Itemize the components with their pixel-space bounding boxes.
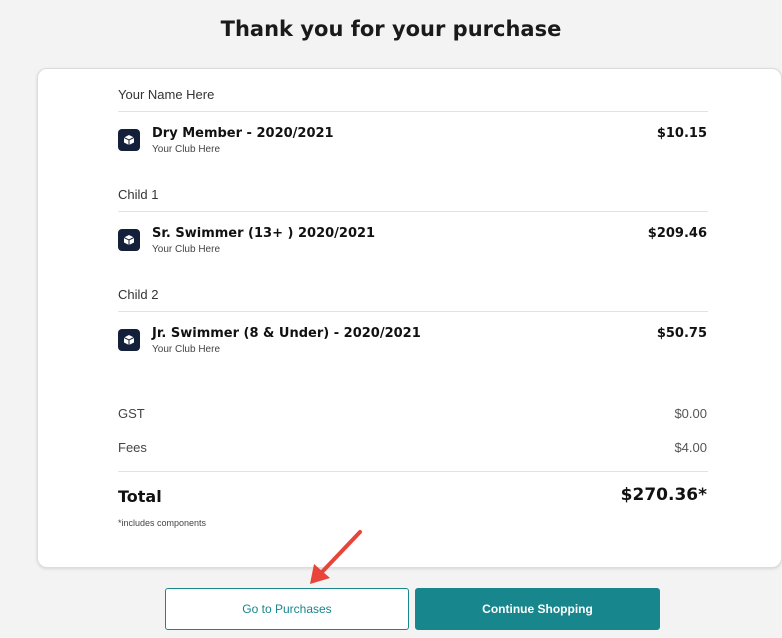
member-name: Child 2 bbox=[118, 287, 159, 302]
gst-value: $0.00 bbox=[674, 406, 707, 421]
item-price: $10.15 bbox=[656, 126, 707, 141]
item-club: Your Club Here bbox=[152, 344, 221, 355]
order-summary-card: Your Name Here Dry Member - 2020/2021 Yo… bbox=[37, 68, 782, 568]
fees-value: $4.00 bbox=[674, 440, 707, 455]
item-price: $50.75 bbox=[656, 326, 707, 341]
item-title: Dry Member - 2020/2021 bbox=[152, 126, 334, 141]
divider bbox=[118, 111, 708, 112]
cube-icon bbox=[118, 229, 140, 251]
cube-icon bbox=[118, 129, 140, 151]
divider bbox=[118, 471, 708, 472]
item-price: $209.46 bbox=[647, 226, 707, 241]
item-title: Jr. Swimmer (8 & Under) - 2020/2021 bbox=[152, 326, 421, 341]
total-note: *includes components bbox=[118, 518, 207, 528]
go-to-purchases-button[interactable]: Go to Purchases bbox=[165, 588, 409, 630]
red-arrow-icon bbox=[310, 530, 362, 584]
continue-shopping-button[interactable]: Continue Shopping bbox=[415, 588, 660, 630]
member-name: Child 1 bbox=[118, 187, 159, 202]
cube-icon bbox=[118, 329, 140, 351]
item-title: Sr. Swimmer (13+ ) 2020/2021 bbox=[152, 226, 376, 241]
total-label: Total bbox=[118, 487, 162, 506]
item-club: Your Club Here bbox=[152, 244, 221, 255]
page-title: Thank you for your purchase bbox=[220, 17, 562, 41]
divider bbox=[118, 211, 708, 212]
member-name: Your Name Here bbox=[118, 87, 215, 102]
fees-label: Fees bbox=[118, 440, 147, 455]
divider bbox=[118, 311, 708, 312]
gst-label: GST bbox=[118, 406, 145, 421]
total-value: $270.36* bbox=[620, 485, 707, 505]
item-club: Your Club Here bbox=[152, 144, 221, 155]
